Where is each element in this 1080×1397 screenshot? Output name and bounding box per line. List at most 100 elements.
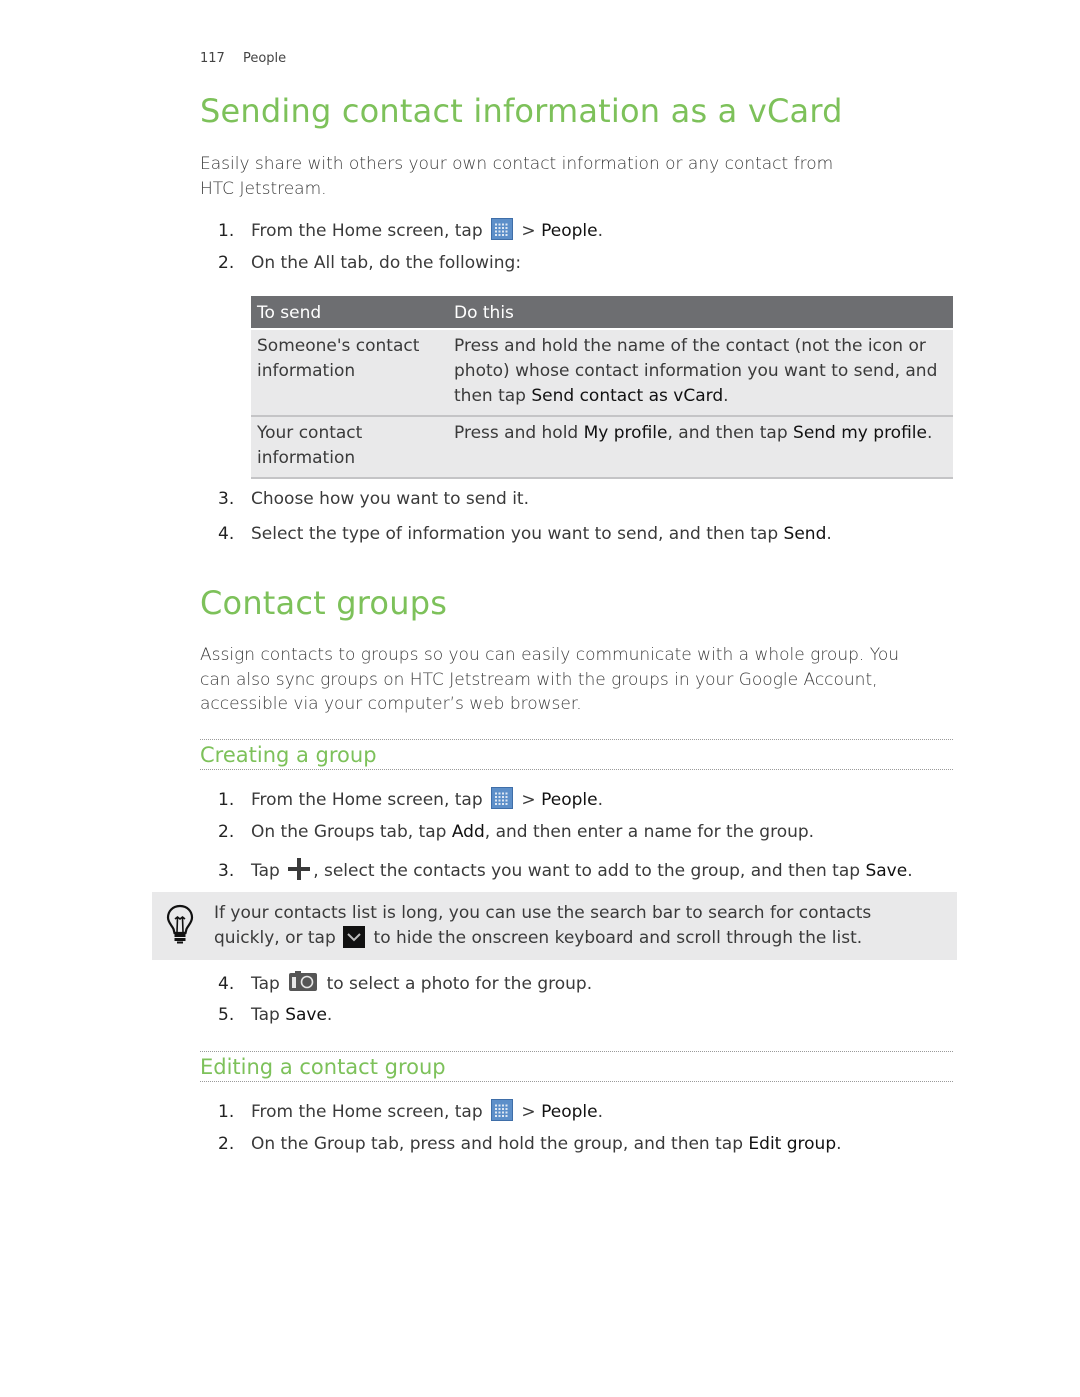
intro-line: HTC Jetstream.: [200, 178, 327, 199]
step-number: 5.: [218, 1005, 235, 1025]
step-number: 1.: [218, 790, 235, 810]
step-text: On the Group tab, press and hold the gro…: [251, 1134, 749, 1154]
step-number: 4.: [218, 974, 235, 994]
step-text: .: [597, 790, 603, 810]
ui-term: People: [541, 1102, 598, 1122]
page-number: 117: [200, 51, 225, 66]
groups-intro: Assign contacts to groups so you can eas…: [200, 643, 930, 717]
step-text: .: [597, 221, 603, 241]
section-name: People: [242, 51, 287, 66]
step-text: .: [597, 1102, 603, 1122]
vcard-intro: Easily share with others your own contac…: [200, 152, 930, 201]
divider: [200, 1081, 953, 1082]
lightbulb-icon: [166, 904, 194, 944]
step-number: 3.: [218, 489, 235, 509]
column-header: To send: [251, 296, 448, 330]
tip-text: If your contacts list is long, you can u…: [214, 901, 871, 951]
ui-term: People: [541, 790, 598, 810]
table-cell: Press and hold My profile, and then tap …: [448, 416, 953, 479]
step-text: Tap: [251, 861, 280, 881]
step-text: On the Groups tab, tap: [251, 822, 452, 842]
step-number: 1.: [218, 221, 235, 241]
intro-line: Assign contacts to groups so you can eas…: [200, 645, 900, 665]
apps-grid-icon: [491, 218, 514, 240]
column-header: Do this: [448, 296, 953, 330]
create-step-4: 4. Tap to select a photo for the group.: [218, 970, 592, 994]
apps-grid-icon: [491, 787, 514, 809]
intro-line: can also sync groups on HTC Jetstream wi…: [200, 669, 878, 690]
create-step-5: 5. Tap Save.: [218, 1005, 332, 1025]
step-text: From the Home screen, tap: [251, 1102, 483, 1122]
step-number: 1.: [218, 1102, 235, 1122]
ui-term: Save: [285, 1005, 327, 1025]
step-number: 2.: [218, 822, 235, 842]
table-row: Someone's contact information Press and …: [251, 329, 953, 417]
cell-text: Press and hold: [454, 423, 584, 443]
step-text: >: [516, 1102, 542, 1122]
step-text: Choose how you want to send it.: [251, 489, 530, 509]
ui-term: Send: [783, 524, 827, 544]
table-cell: Your contact information: [251, 416, 448, 479]
tip-line: If your contacts list is long, you can u…: [214, 903, 872, 923]
step-text: From the Home screen, tap: [251, 790, 483, 810]
ui-term: My profile: [583, 423, 668, 443]
intro-line: accessible via your computer’s web brows…: [200, 694, 582, 715]
table-header-row: To send Do this: [251, 296, 953, 330]
step-text: .: [326, 1005, 333, 1025]
subsection-title-creating: Creating a group: [200, 743, 377, 767]
divider: [200, 739, 953, 740]
step-text: Select the type of information you want …: [251, 524, 784, 544]
cell-text: , and then tap: [667, 423, 794, 443]
tip-line: to hide the onscreen keyboard and scroll…: [368, 928, 863, 948]
camera-icon: [289, 971, 318, 991]
intro-line: Easily share with others your own contac…: [200, 154, 834, 174]
step-text: >: [516, 221, 542, 241]
ui-term: Send contact as vCard: [531, 386, 724, 406]
step-text: Tap: [251, 1005, 286, 1025]
tip-line: quickly, or tap: [214, 928, 336, 948]
step-text: .: [907, 861, 913, 881]
subsection-title-editing: Editing a contact group: [200, 1055, 446, 1079]
vcard-step-3: 3. Choose how you want to send it.: [218, 489, 529, 509]
step-number: 4.: [218, 524, 235, 544]
send-options-table: To send Do this Someone's contact inform…: [251, 296, 953, 479]
apps-grid-icon: [491, 1099, 514, 1121]
ui-term: People: [541, 221, 598, 241]
ui-term: Add: [451, 822, 485, 842]
step-text: From the Home screen, tap: [251, 221, 483, 241]
step-text: .: [826, 524, 832, 544]
ui-term: Edit group: [748, 1134, 837, 1154]
cell-text: .: [723, 386, 729, 406]
hide-keyboard-icon: [343, 926, 366, 948]
step-text: .: [836, 1134, 842, 1154]
divider: [200, 1051, 953, 1052]
plus-icon: [288, 858, 311, 880]
step-text: , select the contacts you want to add to…: [313, 861, 866, 881]
step-text: On the All tab, do the following:: [251, 253, 522, 273]
ui-term: Save: [865, 861, 908, 881]
tip-box: If your contacts list is long, you can u…: [152, 892, 957, 960]
step-number: 3.: [218, 861, 235, 881]
step-text: >: [516, 790, 542, 810]
step-text: to select a photo for the group.: [321, 974, 593, 994]
table-cell: Someone's contact information: [251, 329, 448, 417]
section-title-contact-groups: Contact groups: [200, 584, 448, 622]
table-row: Your contact information Press and hold …: [251, 416, 953, 479]
divider: [200, 769, 953, 770]
document-page: 117 People Sending contact information a…: [0, 0, 1080, 1397]
edit-step-2: 2. On the Group tab, press and hold the g…: [218, 1134, 842, 1154]
running-header: 117 People: [200, 51, 286, 66]
ui-term: Send my profile: [793, 423, 927, 443]
edit-step-1: 1. From the Home screen, tap > People.: [218, 1099, 603, 1122]
vcard-step-2: 2. On the All tab, do the following:: [218, 253, 521, 273]
cell-text: .: [926, 423, 933, 443]
vcard-step-1: 1. From the Home screen, tap > People.: [218, 218, 603, 241]
step-number: 2.: [218, 253, 235, 273]
vcard-step-4: 4. Select the type of information you wan…: [218, 524, 832, 544]
step-text: , and then enter a name for the group.: [484, 822, 815, 842]
step-number: 2.: [218, 1134, 235, 1154]
create-step-2: 2. On the Groups tab, tap Add, and then e…: [218, 822, 814, 842]
step-text: Tap: [251, 974, 280, 994]
section-title-vcard: Sending contact information as a vCard: [200, 92, 843, 130]
create-step-1: 1. From the Home screen, tap > People.: [218, 787, 603, 810]
